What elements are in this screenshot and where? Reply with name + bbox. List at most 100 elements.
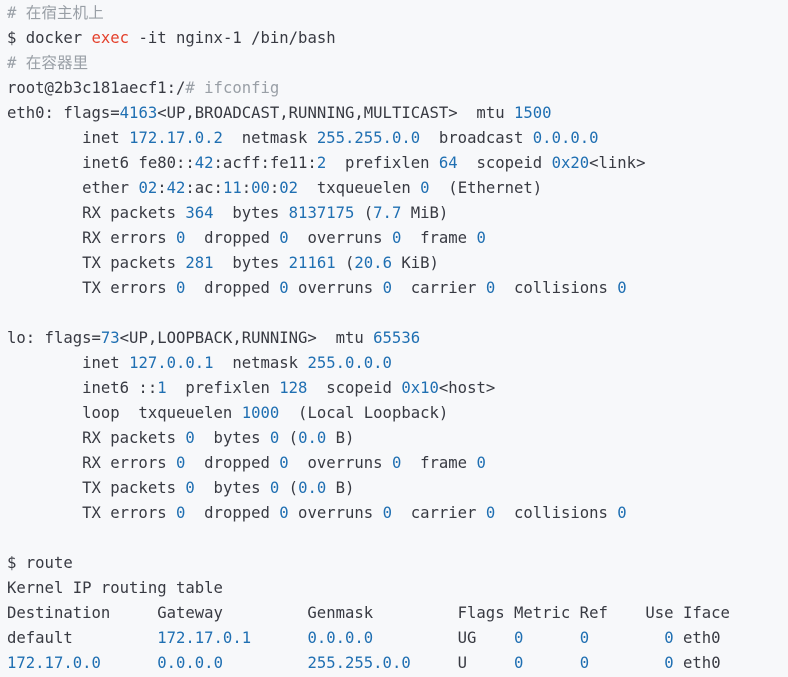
code-number: 64 — [438, 154, 458, 172]
code-text: RX errors — [7, 229, 176, 247]
code-number: 0 — [279, 279, 289, 297]
code-text: ( — [279, 479, 299, 497]
code-number: 21161 — [288, 254, 336, 272]
code-number: 0 — [185, 479, 195, 497]
code-text: overruns — [288, 504, 383, 522]
code-line: default 172.17.0.1 0.0.0.0 UG 0 0 0 eth0 — [7, 626, 788, 651]
code-number: 255.255.0.0 — [316, 129, 421, 147]
code-text: $ route — [7, 554, 73, 572]
code-text: frame — [401, 229, 477, 247]
code-text: txqueuelen — [298, 179, 421, 197]
code-text: dropped — [185, 229, 280, 247]
code-number: 7.7 — [373, 204, 402, 222]
code-text: : — [269, 179, 280, 197]
code-number: 0 — [382, 504, 392, 522]
code-number: 0 — [279, 454, 289, 472]
code-number: 1 — [157, 379, 167, 397]
code-number: 0.0.0.0 — [532, 129, 599, 147]
code-number: 0 — [391, 454, 402, 472]
code-number: 0 — [476, 229, 486, 247]
code-text: frame — [401, 454, 477, 472]
code-number: 281 — [185, 254, 214, 272]
code-number: 0 — [176, 279, 186, 297]
code-text: dropped — [185, 279, 280, 297]
code-text: (Local Loopback) — [279, 404, 449, 422]
code-number: 65536 — [373, 329, 421, 347]
code-text: collisions — [495, 279, 618, 297]
code-text: TX errors — [7, 279, 176, 297]
code-text: overruns — [288, 229, 392, 247]
code-text: TX errors — [7, 504, 176, 522]
code-text: KiB) — [391, 254, 439, 272]
code-text: ( — [279, 429, 299, 447]
code-comment: # 在容器里 — [7, 54, 89, 72]
code-number: 0.0 — [298, 479, 327, 497]
code-number: 1000 — [241, 404, 280, 422]
code-text: <UP,BROADCAST,RUNNING,MULTICAST> mtu — [157, 104, 514, 122]
code-number: 0 — [391, 229, 402, 247]
code-text: RX errors — [7, 454, 176, 472]
code-line: inet6 fe80::42:acff:fe11:2 prefixlen 64 … — [7, 151, 788, 176]
code-line: inet 172.17.0.2 netmask 255.255.0.0 broa… — [7, 126, 788, 151]
code-number: 4163 — [119, 104, 158, 122]
code-text: ether — [7, 179, 139, 197]
code-number: 0 — [476, 454, 486, 472]
code-number: 172.17.0.1 — [157, 629, 252, 647]
code-text: overruns — [288, 454, 392, 472]
code-line: RX packets 364 bytes 8137175 (7.7 MiB) — [7, 201, 788, 226]
code-line: # 在宿主机上 — [7, 1, 788, 26]
code-line: loop txqueuelen 1000 (Local Loopback) — [7, 401, 788, 426]
code-text: (Ethernet) — [429, 179, 543, 197]
code-text: $ docker — [7, 29, 92, 47]
code-text: MiB) — [401, 204, 449, 222]
code-text: inet6 :: — [7, 379, 158, 397]
code-number: 0 — [617, 279, 627, 297]
code-line: TX packets 0 bytes 0 (0.0 B) — [7, 476, 788, 501]
code-text: inet6 fe80:: — [7, 154, 195, 172]
code-text: : — [241, 179, 252, 197]
code-line: TX packets 281 bytes 21161 (20.6 KiB) — [7, 251, 788, 276]
code-number: 0 — [579, 629, 590, 647]
code-text: netmask — [213, 354, 308, 372]
code-text: eth0 — [673, 654, 721, 672]
code-number: 0 — [617, 504, 627, 522]
code-line: $ docker exec -it nginx-1 /bin/bash — [7, 26, 788, 51]
code-comment: # ifconfig — [185, 79, 280, 97]
code-text: dropped — [185, 454, 280, 472]
code-text: root@2b3c181aecf1:/ — [7, 79, 186, 97]
code-text: : — [157, 179, 167, 197]
code-number: 02 — [138, 179, 158, 197]
code-line: RX errors 0 dropped 0 overruns 0 frame 0 — [7, 451, 788, 476]
code-number: 0 — [664, 629, 674, 647]
code-number: 0 — [514, 654, 524, 672]
code-text: -it nginx-1 /bin/bash — [129, 29, 336, 47]
code-text: bytes — [213, 204, 289, 222]
code-text: <link> — [589, 154, 646, 172]
code-number: 0.0.0.0 — [157, 654, 223, 672]
code-text: UG — [373, 629, 514, 647]
code-number: 255.0.0.0 — [307, 354, 392, 372]
code-number: 127.0.0.1 — [129, 354, 214, 372]
code-number: 0 — [279, 504, 289, 522]
code-number: 0 — [176, 454, 186, 472]
code-line: inet 127.0.0.1 netmask 255.0.0.0 — [7, 351, 788, 376]
code-keyword: exec — [91, 29, 130, 47]
code-text: prefixlen — [326, 154, 439, 172]
code-number: 172.17.0.2 — [129, 129, 223, 147]
code-line: RX errors 0 dropped 0 overruns 0 frame 0 — [7, 226, 788, 251]
code-text: :ac: — [185, 179, 223, 197]
code-line: TX errors 0 dropped 0 overruns 0 carrier… — [7, 276, 788, 301]
code-text: TX packets — [7, 254, 186, 272]
code-number: 0 — [279, 229, 289, 247]
code-text: RX packets — [7, 429, 186, 447]
code-text: prefixlen — [166, 379, 280, 397]
code-number: 8137175 — [288, 204, 355, 222]
code-text: collisions — [495, 504, 618, 522]
code-text: <UP,LOOPBACK,RUNNING> mtu — [119, 329, 374, 347]
code-number: 0 — [579, 654, 590, 672]
